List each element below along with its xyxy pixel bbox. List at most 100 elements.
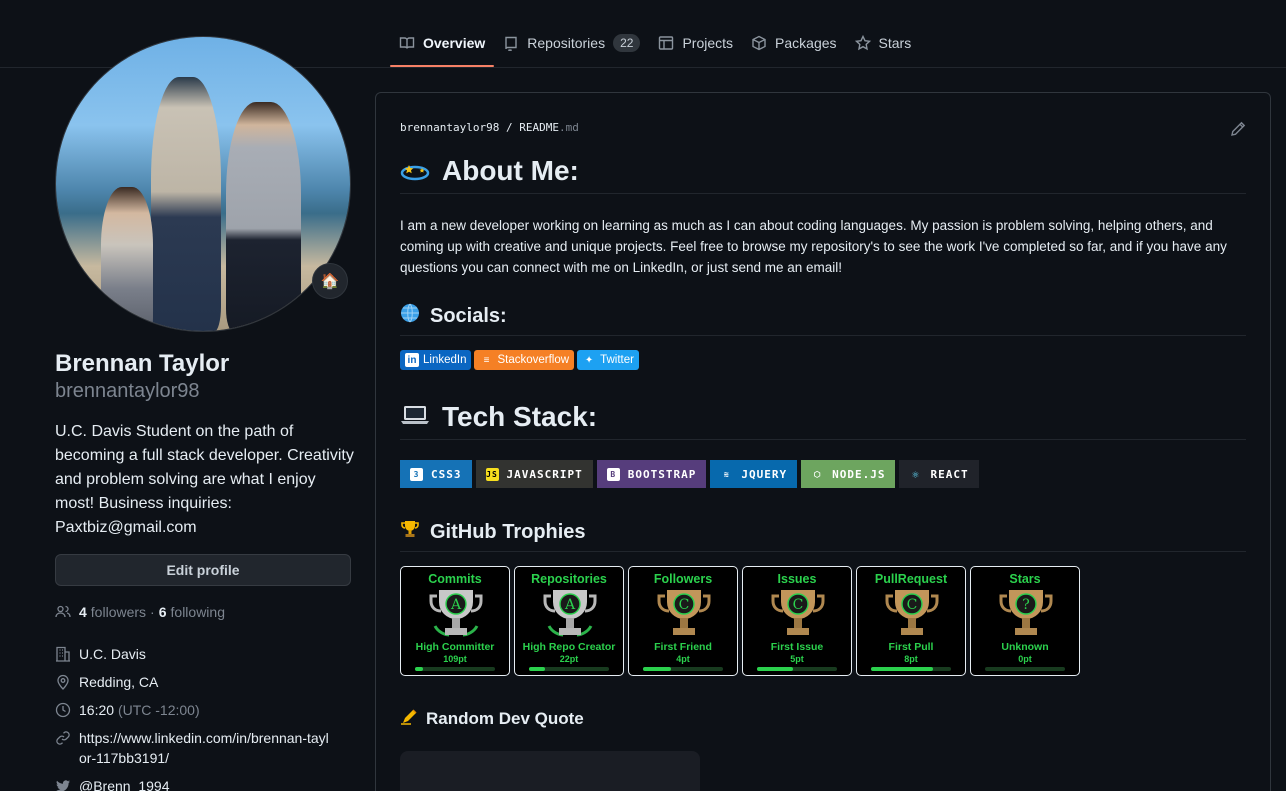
bronze-trophy-icon: ? [999,590,1053,635]
twitter-item: @Brenn_1994 [55,776,355,791]
readme-path: brennantaylor98 / README.md [400,121,579,134]
trophy-rank: A [564,597,576,613]
trophy-progress [415,667,495,671]
tech-stack-heading-text: Tech Stack: [442,401,598,432]
badge-label: NODE.JS [832,467,886,481]
nodejs-badge: ⬡ NODE.JS [801,460,896,488]
tab-label: Stars [878,35,912,51]
trophy-progress-fill [415,667,423,671]
trophy-rank: C [793,597,804,613]
edit-profile-button[interactable]: Edit profile [55,554,351,586]
trophy-points: 22pt [559,654,579,664]
bronze-trophy-icon: C [771,590,825,635]
stackoverflow-icon: ≡ [483,354,490,366]
profile-bio: U.C. Davis Student on the path of becomi… [55,423,354,536]
trophy-progress-fill [871,667,934,671]
trophy-title: PullRequest [874,572,948,586]
book-icon [399,37,415,49]
jquery-badge: ≋ JQUERY [710,460,798,488]
organization-item: U.C. Davis [55,644,355,664]
trophy-name: High Committer [415,641,495,653]
jquery-icon: ≋ [723,469,730,479]
tab-label: Overview [423,35,486,51]
twitter-icon [56,780,70,791]
followers-count: 4 [79,604,87,620]
trophy-name: First Issue [770,641,824,653]
trophy-points: 5pt [790,654,804,664]
badge-label: REACT [930,467,969,481]
trophy-progress-fill [757,667,793,671]
location-text: Redding, CA [79,674,159,690]
socials-heading-text: Socials: [430,304,507,327]
trophy-rank: ? [1022,597,1030,613]
tab-repositories[interactable]: Repositories 22 [494,22,649,64]
local-time-item: 16:20 (UTC -12:00) [55,700,355,720]
local-time-text: 16:20 [79,702,115,718]
tab-packages[interactable]: Packages [742,22,845,64]
trophy-points: 4pt [676,654,690,664]
quote-card [400,751,700,791]
trophy-card: Repositories A High Repo Creator 22pt [514,566,624,676]
trophy-progress-fill [643,667,671,671]
tab-stars[interactable]: Stars [846,22,921,64]
building-icon [56,646,70,662]
trophy-title: Repositories [531,572,607,586]
badge-label: Twitter [600,354,634,366]
following-link[interactable]: 6 following [159,604,225,620]
linkedin-badge[interactable]: in LinkedIn [400,350,472,370]
twitter-link[interactable]: @Brenn_1994 [79,776,170,791]
website-link[interactable]: https://www.linkedin.com/in/brennan-tayl… [79,728,329,768]
trophy-rank: C [679,597,690,613]
tab-projects[interactable]: Projects [649,22,742,64]
trophy-progress [643,667,723,671]
trophy-icon [400,519,420,545]
trophy-card: Stars ? Unknown 0pt [970,566,1080,676]
quote-heading: Random Dev Quote [400,707,584,730]
trophy-card: PullRequest C First Pull 8pt [856,566,966,676]
trophies-heading: GitHub Trophies [400,519,1246,552]
following-count: 6 [158,604,167,620]
avatar[interactable] [55,36,351,332]
profile-tabs: Overview Repositories 22 Projects Packag… [390,22,920,68]
javascript-badge: JS JAVASCRIPT [475,460,593,488]
readme-owner[interactable]: brennantaylor98 [400,121,499,134]
link-icon [56,731,70,745]
profile-username: brennantaylor98 [55,380,200,402]
profile-details: U.C. Davis Redding, CA 16:20 (UTC -12:00… [55,644,355,791]
tab-overview[interactable]: Overview [390,22,495,67]
twitter-bird-icon: ✦ [584,354,594,366]
badge-label: JQUERY [741,467,788,481]
twitter-badge[interactable]: ✦ Twitter [577,350,639,370]
css3-badge: 3 CSS3 [400,460,472,488]
avatar-photo [56,37,350,331]
followers-label: followers [90,604,147,620]
badge-label: LinkedIn [423,354,467,366]
trophy-rank: A [450,597,462,613]
follow-separator: · [150,604,155,620]
linkedin-icon: in [405,353,419,367]
quote-heading-text: Random Dev Quote [426,708,584,728]
followers-link[interactable]: 4 followers [79,604,146,620]
trophy-progress [757,667,837,671]
socials-heading: Socials: [400,303,1246,336]
trophy-card: Issues C First Issue 5pt [742,566,852,676]
status-emoji-button[interactable]: 🏠 [312,263,348,299]
badge-label: Stackoverflow [497,354,570,366]
trophy-points: 109pt [443,654,467,664]
silver-trophy-icon: A [543,590,597,637]
readme-path-separator: / [505,121,513,134]
readme-file: README [519,121,559,134]
trophy-name: Unknown [1001,641,1049,653]
repo-icon [505,36,517,51]
trophy-points: 0pt [1018,654,1032,664]
stackoverflow-badge[interactable]: ≡ Stackoverflow [474,350,575,370]
react-icon: ⚛ [912,467,920,481]
pencil-icon[interactable] [1230,121,1246,137]
trophy-progress [871,667,951,671]
trophy-title: Stars [1009,572,1041,586]
people-icon [55,605,71,618]
bootstrap-badge: B BOOTSTRAP [596,460,707,488]
badge-label: JAVASCRIPT [506,467,583,481]
bootstrap-icon: B [606,467,620,481]
about-heading-text: About Me: [442,155,579,186]
